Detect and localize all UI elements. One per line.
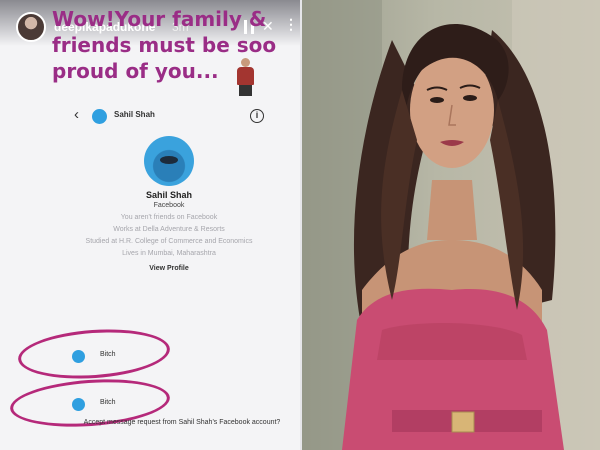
header-name[interactable]: Sahil Shah xyxy=(114,110,155,119)
profile-detail: You aren't friends on Facebook xyxy=(120,214,218,221)
portrait-illustration xyxy=(302,0,600,450)
messenger-header: ‹ Sahil Shah i xyxy=(66,107,266,126)
highlight-circle xyxy=(16,324,172,384)
person-sticker xyxy=(232,58,258,96)
profile-detail: Works at Della Adventure & Resorts xyxy=(113,226,225,233)
story-caption: Wow!Your family & friends must be soo pr… xyxy=(52,7,277,83)
profile-detail: Studied at H.R. College of Commerce and … xyxy=(85,238,253,245)
profile-photo[interactable] xyxy=(144,136,194,186)
profile-detail: Lives in Mumbai, Maharashtra xyxy=(122,250,216,257)
back-icon[interactable]: ‹ xyxy=(74,107,79,122)
profile-name: Sahil Shah xyxy=(145,190,192,200)
story-screenshot: deepikapadukone 3m ✕ ⋮ Wow!Your family &… xyxy=(0,0,302,450)
view-profile-link[interactable]: View Profile xyxy=(80,265,258,272)
info-icon[interactable]: i xyxy=(250,109,264,123)
message-request-prompt: Accept message request from Sahil Shah's… xyxy=(83,419,281,426)
header-avatar[interactable] xyxy=(92,109,107,124)
story-avatar[interactable] xyxy=(16,12,46,42)
profile-source: Facebook xyxy=(153,202,185,209)
portrait-photo xyxy=(302,0,600,450)
